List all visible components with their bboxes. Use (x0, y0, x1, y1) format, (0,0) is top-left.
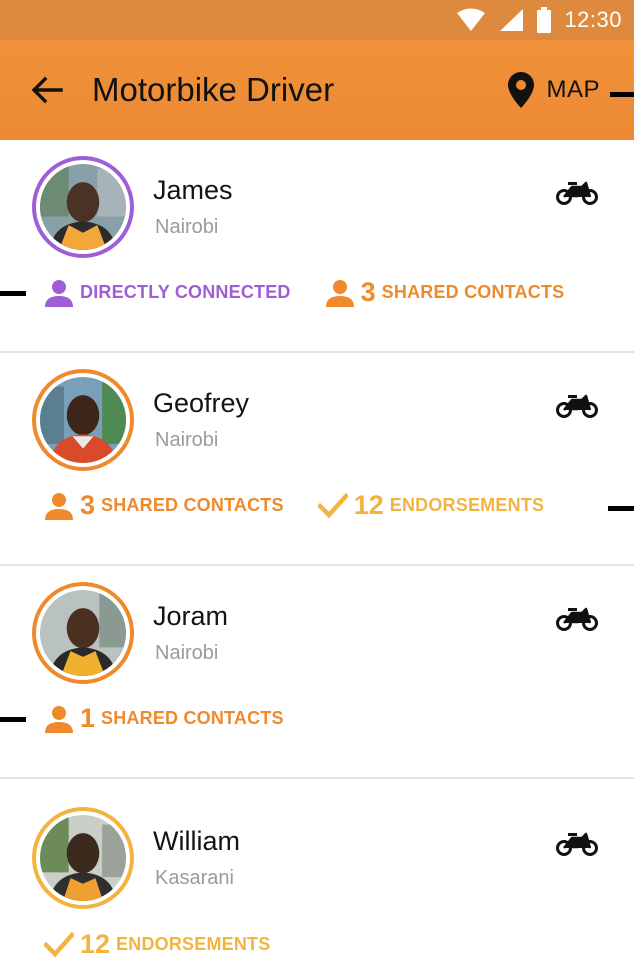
person-icon (45, 705, 73, 733)
badge-count: 3 (360, 277, 376, 307)
driver-location: Nairobi (155, 429, 219, 451)
map-button[interactable]: MAP (508, 72, 600, 108)
driver-location: Nairobi (155, 642, 219, 664)
driver-location: Nairobi (155, 216, 219, 238)
badge-label: SHARED CONTACTS (101, 708, 284, 728)
battery-icon (537, 7, 552, 33)
arrow-back-icon (31, 76, 63, 104)
edge-marker (610, 92, 634, 97)
badge-count: 1 (80, 703, 96, 733)
badge-label: ENDORSEMENTS (389, 495, 545, 515)
driver-photo (40, 590, 126, 676)
motorbike-icon (556, 394, 598, 418)
motorbike-icon (556, 832, 598, 856)
avatar (32, 807, 134, 909)
shared-contacts-badge[interactable]: 1 SHARED CONTACTS (44, 703, 284, 734)
avatar (32, 369, 134, 471)
directly-connected-badge[interactable]: DIRECTLY CONNECTED (44, 279, 291, 307)
driver-photo (40, 377, 126, 463)
badge-label: SHARED CONTACTS (381, 282, 565, 302)
cell-signal-icon (500, 9, 524, 31)
shared-contacts-badge[interactable]: 3 SHARED CONTACTS (325, 277, 565, 308)
driver-name: William (153, 826, 240, 856)
driver-card-geofrey[interactable]: Geofrey Nairobi 3 SHARED CONTACTS 12 END… (0, 353, 634, 566)
badge-row: 3 SHARED CONTACTS 12 ENDORSEMENTS (44, 490, 544, 521)
badge-count: 12 (80, 929, 111, 959)
map-label: MAP (546, 76, 600, 103)
badge-count: 12 (353, 490, 384, 520)
status-bar: 12:30 (0, 0, 634, 40)
motorbike-icon (556, 607, 598, 631)
shared-contacts-badge[interactable]: 3 SHARED CONTACTS (44, 490, 284, 521)
driver-list: James Nairobi DIRECTLY CONNECTED 3 SHARE… (0, 140, 634, 970)
driver-name: Geofrey (153, 388, 250, 418)
back-button[interactable] (16, 59, 78, 121)
check-icon (317, 492, 348, 518)
motorbike-icon (556, 181, 598, 205)
endorsements-badge[interactable]: 12 ENDORSEMENTS (317, 490, 545, 521)
badge-row: 12 ENDORSEMENTS (44, 929, 270, 960)
edge-marker (0, 717, 26, 722)
driver-name: James (153, 175, 233, 205)
driver-card-william[interactable]: William Kasarani 12 ENDORSEMENTS (0, 779, 634, 970)
map-pin-icon (508, 72, 535, 108)
check-icon (44, 931, 74, 957)
endorsements-badge[interactable]: 12 ENDORSEMENTS (44, 929, 270, 960)
status-time: 12:30 (564, 7, 622, 32)
driver-photo (40, 164, 126, 250)
app-bar: Motorbike Driver MAP (0, 40, 634, 140)
avatar (32, 156, 134, 258)
page-title: Motorbike Driver (92, 71, 335, 108)
edge-marker (0, 291, 26, 296)
person-icon (325, 279, 354, 307)
driver-photo (40, 815, 126, 901)
badge-row: DIRECTLY CONNECTED 3 SHARED CONTACTS (44, 277, 564, 308)
driver-card-joram[interactable]: Joram Nairobi 1 SHARED CONTACTS (0, 566, 634, 779)
driver-location: Kasarani (155, 867, 234, 889)
badge-label: DIRECTLY CONNECTED (80, 282, 291, 302)
person-icon (45, 279, 73, 307)
wifi-icon (457, 8, 486, 31)
edge-marker (608, 506, 634, 511)
driver-name: Joram (153, 601, 229, 631)
driver-card-james[interactable]: James Nairobi DIRECTLY CONNECTED 3 SHARE… (0, 140, 634, 353)
badge-row: 1 SHARED CONTACTS (44, 703, 284, 734)
badge-count: 3 (80, 490, 96, 520)
badge-label: SHARED CONTACTS (101, 495, 284, 515)
badge-label: ENDORSEMENTS (116, 934, 271, 954)
avatar (32, 582, 134, 684)
person-icon (45, 492, 73, 520)
